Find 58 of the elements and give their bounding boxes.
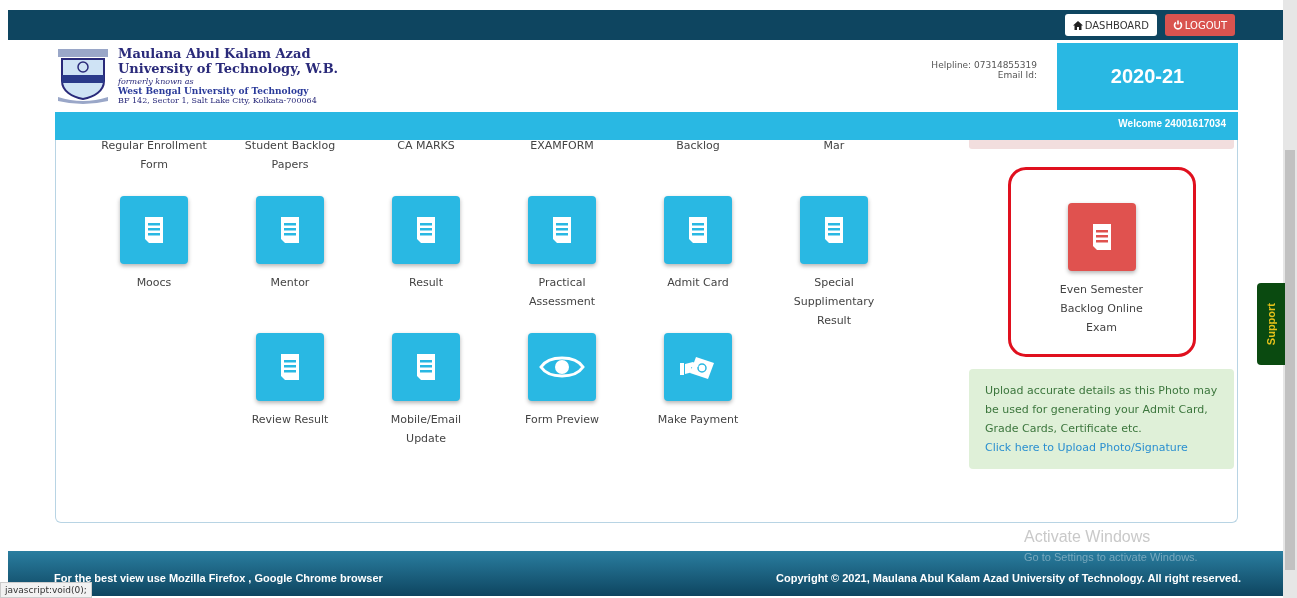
upload-notice: Upload accurate details as this Photo may be used for generating your Admit Card, Grade Cards, Certificate etc. Click here to Upload Photo/Signature <box>969 369 1234 469</box>
browser-note: For the best view use Mozilla Firefox , Google Chrome browser <box>54 571 383 584</box>
menu-tile[interactable] <box>256 196 324 264</box>
document-icon <box>687 216 709 244</box>
copyright-text: Copyright © 2021, Maulana Abul Kalam Azad University of Technology. All right reserved. <box>776 571 1241 584</box>
tile-label: Special Supplimentary Result <box>792 275 876 329</box>
activation-hint: Go to Settings to activate Windows. <box>1024 551 1198 563</box>
menu-tile[interactable] <box>1067 203 1136 271</box>
document-icon <box>551 216 573 244</box>
tile-label: Form Preview <box>524 412 600 428</box>
logout-button[interactable]: LOGOUT <box>1164 14 1235 36</box>
document-icon <box>279 353 301 381</box>
menu-link[interactable]: Mar <box>769 136 899 196</box>
menu-link[interactable]: Regular Enrollment Form <box>89 136 219 196</box>
university-address: BF 142, Sector 1, Salt Lake City, Kolkata-700064 <box>118 96 318 106</box>
document-icon <box>143 216 165 244</box>
welcome-text: Welcome 24001617034 <box>1118 117 1227 129</box>
session-year: 2020-21 <box>1057 43 1238 110</box>
status-url: javascript:void(0); <box>0 582 92 598</box>
menu-tile[interactable] <box>800 196 868 264</box>
document-icon <box>279 216 301 244</box>
dashboard-button[interactable]: DASHBOARD <box>1064 14 1157 36</box>
tile-label: Review Result <box>250 412 330 428</box>
menu-link[interactable]: Backlog <box>633 136 763 196</box>
document-icon <box>823 216 845 244</box>
menu-tile[interactable] <box>256 333 324 401</box>
menu-tile[interactable] <box>392 196 460 264</box>
tile-label: Mentor <box>269 275 311 291</box>
email-text: Email Id: <box>997 70 1037 80</box>
tile-label: Mobile/Email Update <box>389 412 463 447</box>
menu-link[interactable]: EXAMFORM <box>497 136 627 196</box>
menu-link[interactable]: Student Backlog Papers <box>225 136 355 196</box>
tile-label: Make Payment <box>656 412 740 428</box>
scrollbar-thumb[interactable] <box>1285 150 1295 570</box>
document-icon <box>415 216 437 244</box>
menu-tile[interactable] <box>392 333 460 401</box>
tile-label: Moocs <box>135 275 173 291</box>
former-university-name: West Bengal University of Technology <box>118 85 309 96</box>
support-tab[interactable]: Support <box>1257 283 1285 365</box>
tile-label: Admit Card <box>666 275 730 291</box>
former-name-caption: formerly known as <box>118 76 195 86</box>
university-name: University of Technology, W.B. <box>118 61 339 77</box>
university-name: Maulana Abul Kalam Azad <box>118 46 312 62</box>
menu-tile[interactable] <box>528 333 596 401</box>
home-icon <box>1072 20 1083 30</box>
tile-label: Practical Assessment <box>528 275 596 310</box>
power-icon <box>1172 20 1183 30</box>
menu-tile[interactable] <box>664 196 732 264</box>
helpline-text: Helpline: 07314855319 <box>931 60 1037 70</box>
menu-link[interactable]: CA MARKS <box>361 136 491 196</box>
tile-label: Result <box>408 275 444 291</box>
tile-label: Even Semester Backlog Online Exam <box>1058 282 1145 336</box>
menu-tile[interactable] <box>120 196 188 264</box>
document-icon <box>1090 223 1113 251</box>
menu-tile[interactable] <box>528 196 596 264</box>
document-icon <box>415 353 437 381</box>
scrollbar[interactable] <box>1283 0 1297 598</box>
menu-tile[interactable] <box>664 333 732 401</box>
